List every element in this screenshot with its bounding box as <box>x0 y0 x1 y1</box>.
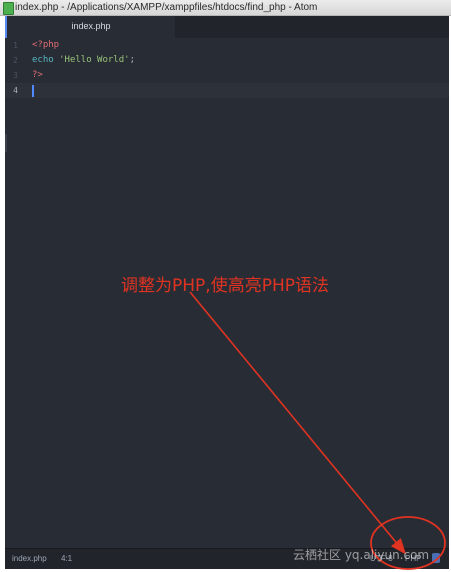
watermark: 云栖社区 yq.aliyun.com <box>293 548 430 562</box>
annotation-arrow <box>189 291 407 555</box>
annotation-overlay <box>189 291 446 570</box>
